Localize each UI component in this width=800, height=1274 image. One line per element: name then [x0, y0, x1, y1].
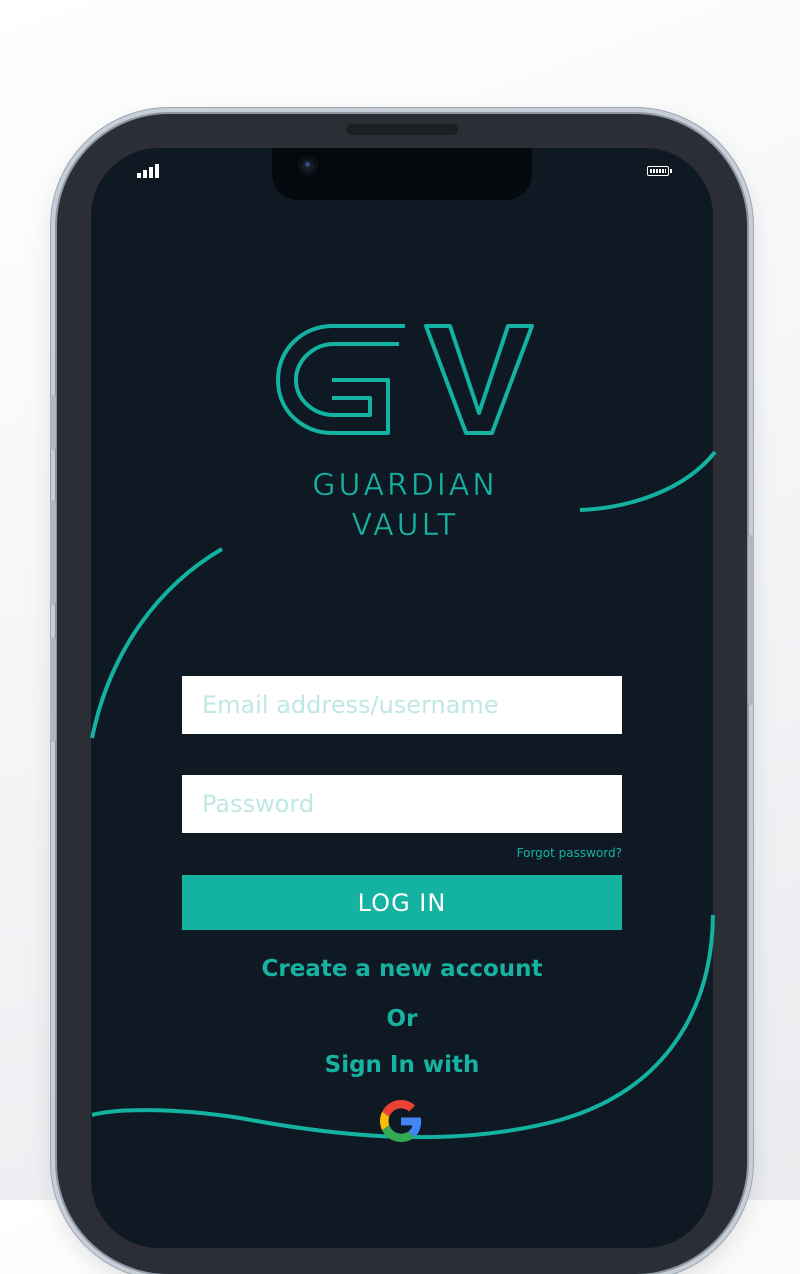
side-button-silent	[50, 395, 56, 450]
front-camera	[298, 156, 318, 176]
side-button-volume-down	[50, 637, 56, 742]
forgot-password-link[interactable]: Forgot password?	[480, 846, 622, 860]
battery-icon	[647, 166, 672, 176]
side-button-power	[748, 535, 754, 705]
create-account-link[interactable]: Create a new account	[182, 956, 622, 982]
google-icon[interactable]	[380, 1100, 422, 1142]
login-button[interactable]: LOG IN	[182, 875, 622, 930]
gv-logo	[276, 324, 534, 435]
speaker-grille	[346, 124, 458, 135]
side-button-volume-up	[50, 500, 56, 605]
sign-in-with-label: Sign In with	[324, 1052, 480, 1078]
password-field[interactable]	[182, 775, 622, 833]
signal-bars-icon	[137, 164, 159, 178]
email-username-field[interactable]	[182, 676, 622, 734]
brand-name-line2: VAULT	[351, 508, 459, 544]
or-separator: Or	[386, 1006, 418, 1032]
brand-name-line1: GUARDIAN	[312, 468, 498, 504]
